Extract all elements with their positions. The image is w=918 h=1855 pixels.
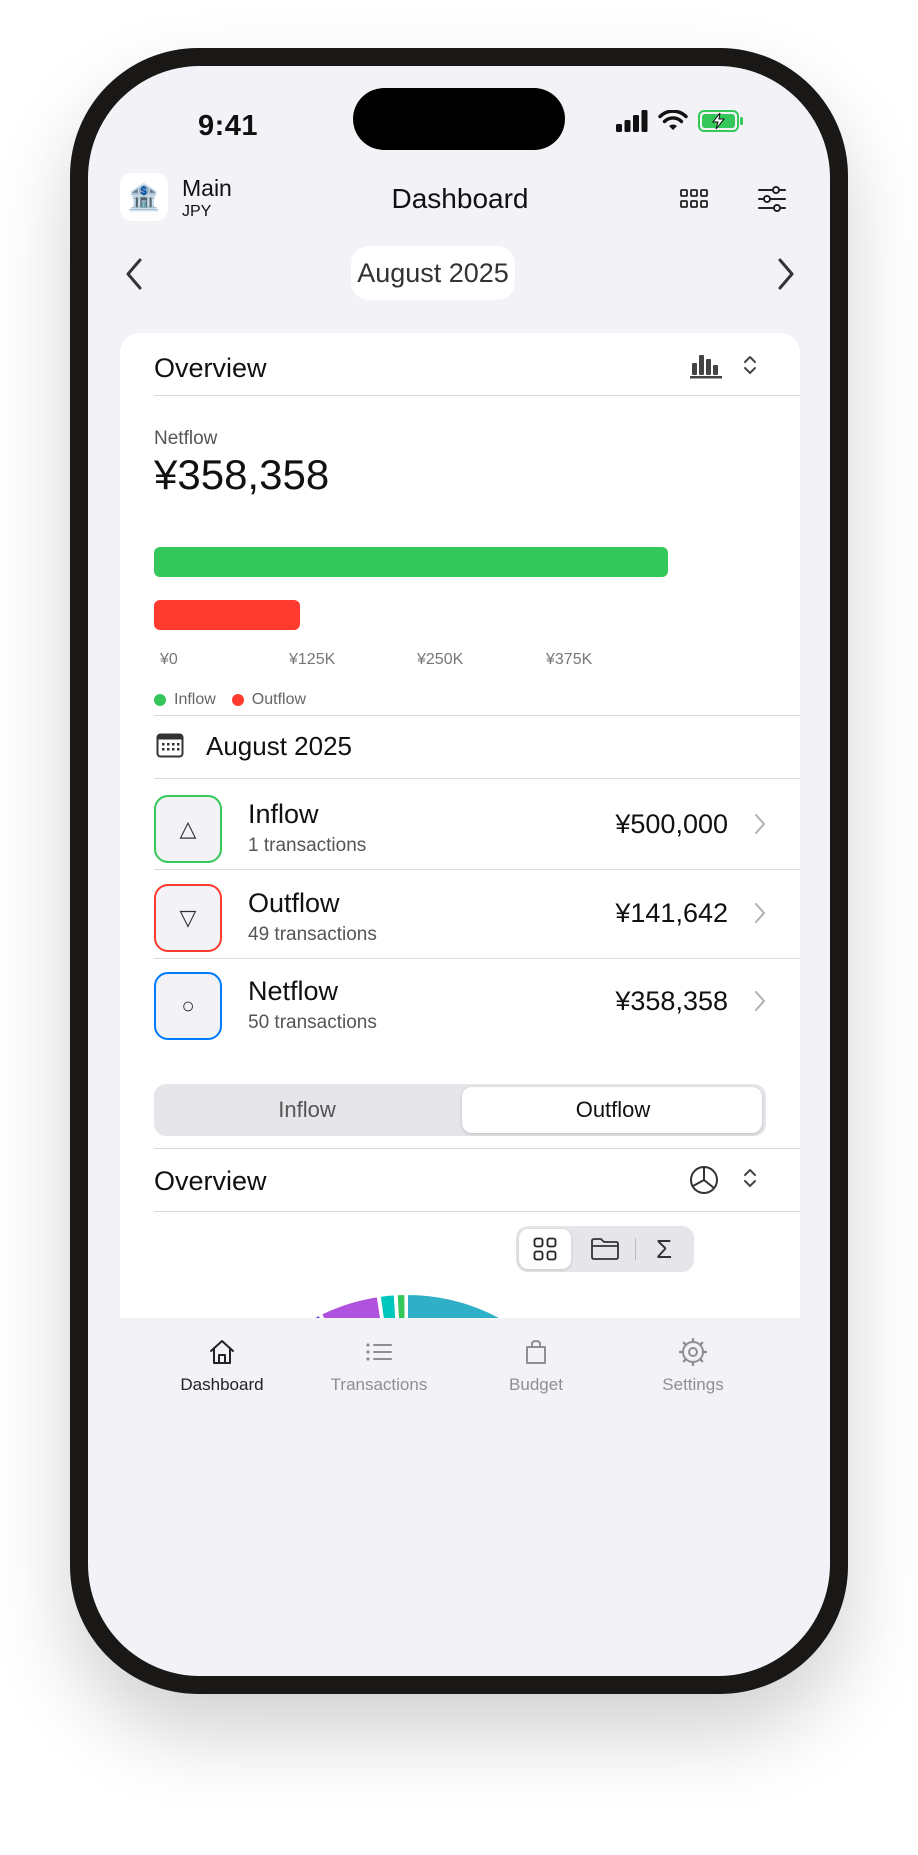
overview-title: Overview [154,353,267,383]
tab-label: Transactions [330,1375,428,1394]
inflow-triangle-icon: △ [154,795,222,863]
tab-transactions[interactable]: Transactions [309,1338,449,1395]
tab-settings[interactable]: Settings [623,1337,763,1395]
group-grid-button[interactable] [519,1229,571,1269]
sliders-icon [758,186,786,212]
segment-outflow[interactable]: Outflow [460,1084,766,1136]
next-month-button[interactable] [766,252,806,296]
grouping-segmented-control: Σ [516,1226,694,1272]
row-subtitle: 1 transactions [248,835,367,856]
wifi-icon [658,110,688,130]
breakdown-title: Overview [154,1166,267,1196]
outflow-bar [154,600,300,630]
previous-month-button[interactable] [114,252,154,296]
chevron-right-icon [778,258,794,290]
house-icon [210,1340,234,1364]
chevron-right-icon [755,903,765,923]
status-time: 9:41 [198,110,259,142]
legend-dot-outflow [231,694,244,706]
row-title: Inflow [248,799,319,829]
tab-label: Settings [662,1375,724,1394]
app-screen: 9:41 🏦 Main JPY Dashboard August 2025 Ov… [88,66,830,1676]
legend-label-outflow: Outflow [251,691,307,708]
sigma-icon: Σ [655,1233,673,1264]
x-tick-label: ¥125K [289,651,336,668]
cellular-icon [616,110,648,132]
status-icons [616,110,744,132]
divider [154,1211,800,1212]
tab-label: Budget [509,1375,563,1394]
row-amount: ¥141,642 [615,898,728,928]
tab-dashboard[interactable]: Dashboard [152,1338,292,1395]
grid-icon [680,189,708,208]
grid-icon [533,1237,557,1261]
list-icon [366,1343,392,1361]
month-picker[interactable]: August 2025 [351,246,515,300]
calendar-icon [156,733,184,758]
chevron-right-icon [755,991,765,1011]
filter-button[interactable] [752,179,792,219]
period-row: August 2025 [154,715,800,775]
phone-frame: 9:41 🏦 Main JPY Dashboard August 2025 Ov… [70,48,848,1694]
bar-chart-icon[interactable] [690,353,722,379]
overview-card: Overview Netflow ¥358,358 ¥0 ¥125K ¥250K… [120,333,800,1123]
netflow-row[interactable]: ○ Netflow 50 transactions ¥358,358 [154,956,800,1060]
folder-icon [591,1238,619,1260]
row-title: Netflow [248,976,339,1006]
chevron-right-icon [755,814,765,834]
top-header: 🏦 Main JPY Dashboard [120,173,800,225]
chevron-left-icon [126,258,142,290]
shopping-bag-icon [526,1340,546,1364]
row-subtitle: 49 transactions [248,924,377,945]
segment-divider [635,1238,636,1260]
row-amount: ¥358,358 [615,986,728,1016]
segment-inflow[interactable]: Inflow [154,1084,460,1136]
legend-dot-inflow [154,694,166,706]
period-label: August 2025 [206,731,353,761]
x-tick-label: ¥375K [546,651,593,668]
battery-charging-icon [698,110,743,132]
divider [154,1148,800,1149]
group-folder-button[interactable] [578,1229,632,1269]
chart-legend: Inflow Outflow [154,691,306,709]
group-sum-button[interactable]: Σ [638,1229,690,1269]
row-amount: ¥500,000 [615,809,728,839]
chevron-updown-icon[interactable] [742,353,758,377]
x-tick-label: ¥0 [160,651,178,668]
netflow-amount: ¥358,358 [154,451,330,498]
pie-chart-icon[interactable] [688,1164,720,1196]
row-subtitle: 50 transactions [248,1012,377,1033]
month-navigator: August 2025 [120,246,800,304]
netflow-circle-icon: ○ [154,972,222,1040]
x-tick-label: ¥250K [417,651,464,668]
legend-label-inflow: Inflow [174,691,216,708]
netflow-label: Netflow [154,428,218,449]
grid-view-button[interactable] [674,179,714,219]
flow-segmented-control: Inflow Outflow [154,1084,766,1136]
inflow-bar [154,547,668,577]
row-title: Outflow [248,888,340,918]
tab-budget[interactable]: Budget [466,1338,606,1395]
dynamic-island [353,88,565,150]
tab-bar: Dashboard Transactions Budget Settings [88,1318,830,1498]
outflow-triangle-icon: ▽ [154,884,222,952]
gear-icon [678,1337,708,1367]
tab-label: Dashboard [180,1375,264,1394]
chevron-updown-icon[interactable] [742,1166,758,1190]
divider [154,395,800,396]
